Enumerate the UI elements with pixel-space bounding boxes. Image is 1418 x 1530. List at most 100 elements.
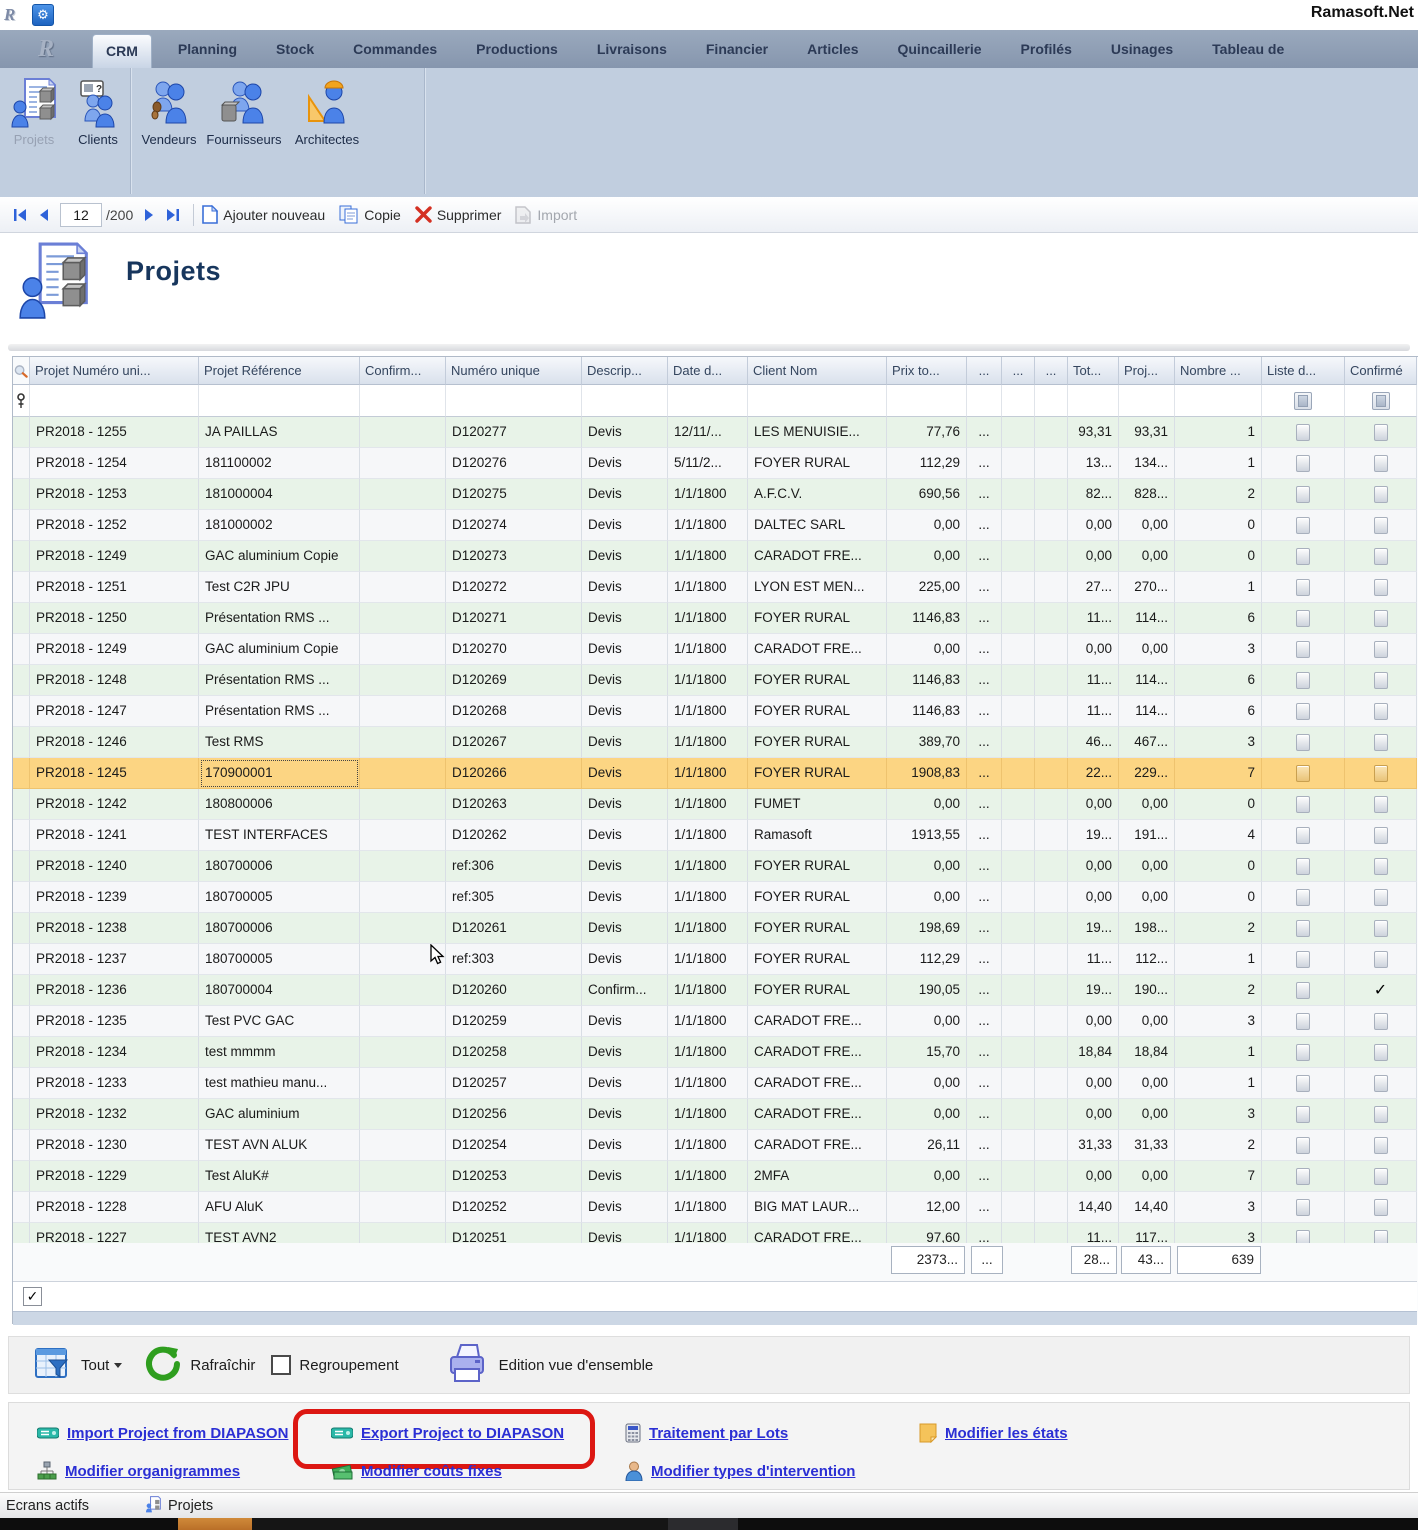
cell[interactable] bbox=[1035, 1099, 1068, 1130]
checkbox[interactable] bbox=[1296, 765, 1310, 782]
cell[interactable]: PR2018 - 1254 bbox=[30, 448, 199, 479]
checkbox[interactable] bbox=[1296, 1137, 1310, 1154]
cell[interactable]: Devis bbox=[582, 1099, 668, 1130]
checkbox[interactable] bbox=[1296, 1075, 1310, 1092]
cell[interactable]: ✓ bbox=[1345, 975, 1417, 1006]
cell[interactable] bbox=[1345, 758, 1417, 789]
grid-corner-cell[interactable] bbox=[13, 357, 30, 385]
cell[interactable]: PR2018 - 1237 bbox=[30, 944, 199, 975]
filter-cell[interactable] bbox=[1119, 385, 1175, 417]
cell[interactable]: 18,84 bbox=[1068, 1037, 1119, 1068]
cell[interactable]: 170900001 bbox=[199, 758, 360, 789]
cell[interactable] bbox=[360, 696, 446, 727]
cell[interactable] bbox=[1035, 820, 1068, 851]
cell[interactable]: FUMET bbox=[748, 789, 887, 820]
checkbox[interactable] bbox=[1374, 455, 1388, 472]
table-row[interactable]: PR2018 - 1237180700005ref:303Devis1/1/18… bbox=[13, 944, 1417, 975]
filter-cell[interactable] bbox=[360, 385, 446, 417]
footer-checkbox[interactable]: ✓ bbox=[23, 1287, 42, 1306]
cell[interactable]: 0,00 bbox=[1068, 1068, 1119, 1099]
cell[interactable]: 0,00 bbox=[887, 1161, 967, 1192]
regroupement-checkbox[interactable] bbox=[271, 1355, 291, 1375]
next-page-button[interactable] bbox=[137, 203, 161, 227]
cell[interactable]: 6 bbox=[1175, 665, 1262, 696]
cell[interactable]: Devis bbox=[582, 634, 668, 665]
row-indicator[interactable] bbox=[13, 665, 30, 696]
checkbox[interactable] bbox=[1296, 486, 1310, 503]
cell[interactable] bbox=[1262, 572, 1345, 603]
checked-checkbox[interactable]: ✓ bbox=[1374, 983, 1387, 998]
cell[interactable]: Devis bbox=[582, 944, 668, 975]
cell[interactable]: PR2018 - 1233 bbox=[30, 1068, 199, 1099]
cell[interactable] bbox=[1035, 882, 1068, 913]
cell[interactable] bbox=[1262, 1068, 1345, 1099]
filter-pin-cell[interactable] bbox=[13, 385, 30, 417]
cell[interactable]: 31,33 bbox=[1068, 1130, 1119, 1161]
cell[interactable]: AFU AluK bbox=[199, 1192, 360, 1223]
delete-button[interactable]: Supprimer bbox=[415, 206, 502, 223]
cell[interactable]: Devis bbox=[582, 851, 668, 882]
cell[interactable] bbox=[1345, 510, 1417, 541]
gear-icon[interactable]: ⚙ bbox=[32, 4, 54, 26]
cell[interactable]: 0,00 bbox=[1068, 541, 1119, 572]
cell[interactable] bbox=[360, 758, 446, 789]
cell[interactable]: 0,00 bbox=[1068, 851, 1119, 882]
cell[interactable]: 0,00 bbox=[887, 541, 967, 572]
cell[interactable] bbox=[360, 1130, 446, 1161]
cell[interactable]: 13... bbox=[1068, 448, 1119, 479]
column-header[interactable]: Confirmé bbox=[1345, 357, 1417, 385]
cell[interactable]: 19... bbox=[1068, 913, 1119, 944]
cell[interactable] bbox=[1262, 510, 1345, 541]
cell[interactable]: ... bbox=[967, 789, 1002, 820]
cell[interactable]: ... bbox=[967, 975, 1002, 1006]
cell[interactable]: CARADOT FRE... bbox=[748, 1130, 887, 1161]
checkbox[interactable] bbox=[1374, 486, 1388, 503]
filter-cell[interactable] bbox=[199, 385, 360, 417]
traitement-par-lots-link[interactable]: Traitement par Lots bbox=[625, 1421, 788, 1445]
column-header[interactable]: Proj... bbox=[1119, 357, 1175, 385]
filter-cell[interactable] bbox=[446, 385, 582, 417]
cell[interactable] bbox=[1345, 820, 1417, 851]
checkbox[interactable] bbox=[1374, 734, 1388, 751]
cell[interactable]: 1/1/1800 bbox=[668, 696, 748, 727]
cell[interactable]: ... bbox=[967, 541, 1002, 572]
cell[interactable] bbox=[1002, 1192, 1035, 1223]
cell[interactable]: 198,69 bbox=[887, 913, 967, 944]
cell[interactable] bbox=[1345, 1006, 1417, 1037]
cell[interactable] bbox=[360, 510, 446, 541]
cell[interactable] bbox=[1035, 448, 1068, 479]
modifier-organigrammes-link[interactable]: Modifier organigrammes bbox=[37, 1459, 240, 1483]
cell[interactable] bbox=[1345, 1223, 1417, 1243]
cell[interactable]: Devis bbox=[582, 820, 668, 851]
cell[interactable] bbox=[1262, 913, 1345, 944]
cell[interactable] bbox=[1035, 1006, 1068, 1037]
column-header[interactable]: ... bbox=[1035, 357, 1068, 385]
row-indicator[interactable] bbox=[13, 975, 30, 1006]
cell[interactable]: 0 bbox=[1175, 851, 1262, 882]
cell[interactable] bbox=[1035, 634, 1068, 665]
row-indicator[interactable] bbox=[13, 851, 30, 882]
cell[interactable] bbox=[1345, 1037, 1417, 1068]
add-new-button[interactable]: Ajouter nouveau bbox=[202, 205, 325, 224]
cell[interactable] bbox=[1262, 541, 1345, 572]
fournisseurs-button[interactable]: Fournisseurs bbox=[201, 72, 287, 147]
cell[interactable]: 19... bbox=[1068, 975, 1119, 1006]
cell[interactable]: 690,56 bbox=[887, 479, 967, 510]
cell[interactable]: PR2018 - 1228 bbox=[30, 1192, 199, 1223]
cell[interactable]: PR2018 - 1251 bbox=[30, 572, 199, 603]
cell[interactable] bbox=[360, 479, 446, 510]
cell[interactable]: 1 bbox=[1175, 1037, 1262, 1068]
cell[interactable]: 1/1/1800 bbox=[668, 882, 748, 913]
cell[interactable]: Devis bbox=[582, 696, 668, 727]
row-indicator[interactable] bbox=[13, 572, 30, 603]
checkbox[interactable] bbox=[1374, 1199, 1388, 1216]
cell[interactable] bbox=[1262, 1037, 1345, 1068]
cell[interactable] bbox=[360, 1037, 446, 1068]
cell[interactable]: 18,84 bbox=[1119, 1037, 1175, 1068]
cell[interactable] bbox=[1345, 696, 1417, 727]
cell[interactable]: 467... bbox=[1119, 727, 1175, 758]
column-header[interactable]: Liste d... bbox=[1262, 357, 1345, 385]
cell[interactable] bbox=[1002, 975, 1035, 1006]
cell[interactable]: 1/1/1800 bbox=[668, 1130, 748, 1161]
cell[interactable]: 114... bbox=[1119, 603, 1175, 634]
